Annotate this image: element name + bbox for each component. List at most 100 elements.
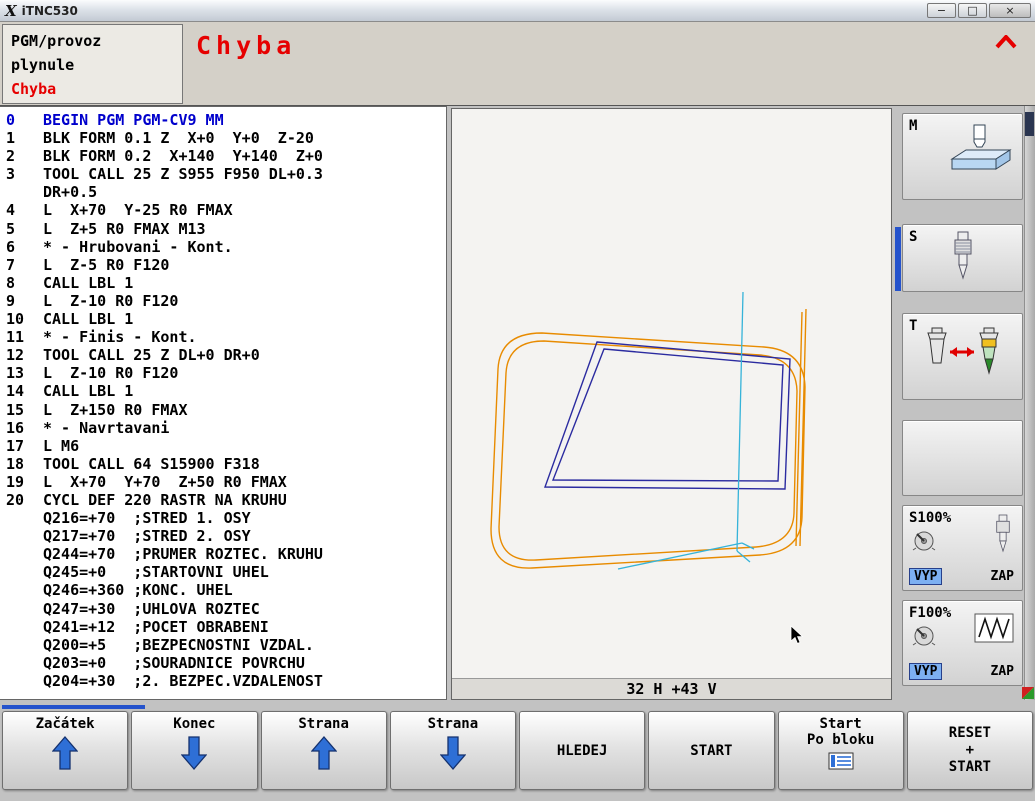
block-text: Q245=+0 ;STARTOVNI UHEL [43,563,269,581]
block-text: * - Finis - Kont. [43,328,197,346]
program-line[interactable]: 15L Z+150 R0 FMAX [6,401,446,419]
program-line[interactable]: 0BEGIN PGM PGM-CV9 MM [6,111,446,129]
mouse-cursor-icon [790,625,804,645]
graphics-pane: 32 H +43 V [451,108,892,700]
program-line[interactable]: DR+0.5 [6,183,446,201]
program-line[interactable]: Q203=+0 ;SOURADNICE POVRCHU [6,654,446,672]
arrow-up-icon [311,735,337,771]
status-panel-m: M [902,113,1023,200]
program-line[interactable]: 12TOOL CALL 25 Z DL+0 DR+0 [6,346,446,364]
block-text: L Z-10 R0 F120 [43,364,178,382]
mode-error-label: Chyba [11,77,174,101]
program-line[interactable]: 10CALL LBL 1 [6,310,446,328]
spindle-override-panel: S100% VYP ZAP [902,505,1023,591]
program-line[interactable]: 6* - Hrubovani - Kont. [6,238,446,256]
program-line[interactable]: Q244=+70 ;PRUMER ROZTEC. KRUHU [6,545,446,563]
block-number [6,183,43,201]
softkey-reset-start[interactable]: RESET + START [907,711,1033,790]
block-text: CALL LBL 1 [43,274,133,292]
block-number: 9 [6,292,43,310]
block-text: CALL LBL 1 [43,382,133,400]
program-line[interactable]: Q246=+360 ;KONC. UHEL [6,581,446,599]
program-line[interactable]: 11* - Finis - Kont. [6,328,446,346]
status-panel-t: T [902,313,1023,400]
maximize-button[interactable]: □ [958,3,987,18]
program-line[interactable]: 2BLK FORM 0.2 X+140 Y+140 Z+0 [6,147,446,165]
program-line[interactable]: 16* - Navrtavani [6,419,446,437]
program-line[interactable]: 18TOOL CALL 64 S15900 F318 [6,455,446,473]
error-chevron-up-icon[interactable] [995,35,1017,49]
softkey-label: START [949,759,991,776]
program-line[interactable]: Q217=+70 ;STRED 2. OSY [6,527,446,545]
block-number: 4 [6,201,43,219]
softkey-label: Po bloku [807,732,874,748]
program-line[interactable]: Q200=+5 ;BEZPECNOSTNI VZDAL. [6,636,446,654]
block-text: Q203=+0 ;SOURADNICE POVRCHU [43,654,305,672]
block-text: CYCL DEF 220 RASTR NA KRUHU [43,491,287,509]
mode-line-1: PGM/provoz [11,29,174,53]
status-panel-s: S [902,224,1023,292]
right-edge-scroll-thumb[interactable] [1025,112,1034,136]
minimize-button[interactable]: − [927,3,956,18]
sidebar-scroll-indicator[interactable] [895,227,901,291]
block-number: 13 [6,364,43,382]
program-line[interactable]: 14CALL LBL 1 [6,382,446,400]
program-line[interactable]: 19L X+70 Y+70 Z+50 R0 FMAX [6,473,446,491]
program-line[interactable]: 9L Z-10 R0 F120 [6,292,446,310]
softkey-label: Začátek [36,716,95,732]
right-edge-scrollbar[interactable] [1024,106,1035,700]
program-line[interactable]: 5L Z+5 R0 FMAX M13 [6,220,446,238]
title-bar[interactable]: X iTNC530 − □ × [0,0,1035,22]
block-text: BLK FORM 0.2 X+140 Y+140 Z+0 [43,147,323,165]
softkey-find[interactable]: HLEDEJ [519,711,645,790]
softkey-start[interactable]: START [648,711,774,790]
block-text: Q241=+12 ;POCET OBRABENI [43,618,269,636]
softkey-end[interactable]: Konec [131,711,257,790]
override-dial-icon [911,528,937,556]
softkey-label: Strana [298,716,349,732]
softkey-start-single-block[interactable]: Start Po bloku [778,711,904,790]
spindle-vyp-indicator: VYP [909,568,942,585]
program-line[interactable]: 7L Z-5 R0 F120 [6,256,446,274]
program-line[interactable]: Q216=+70 ;STRED 1. OSY [6,509,446,527]
feed-zap-indicator: ZAP [991,664,1016,679]
block-number: 14 [6,382,43,400]
program-pane[interactable]: 0BEGIN PGM PGM-CV9 MM1BLK FORM 0.1 Z X+0… [0,106,447,700]
softkey-page-up[interactable]: Strana [261,711,387,790]
program-line[interactable]: Q247=+30 ;UHLOVA ROZTEC [6,600,446,618]
block-text: Q246=+360 ;KONC. UHEL [43,581,233,599]
status-panel-empty [902,420,1023,496]
block-text: TOOL CALL 64 S15900 F318 [43,455,260,473]
program-line[interactable]: 17L M6 [6,437,446,455]
block-text: * - Navrtavani [43,419,169,437]
softkey-label: Konec [173,716,215,732]
program-line[interactable]: 8CALL LBL 1 [6,274,446,292]
block-number [6,581,43,599]
mode-box: PGM/provoz plynule Chyba [2,24,183,104]
spindle-override-label: S100% [909,510,951,526]
maximize-icon: □ [967,4,977,17]
block-text: BEGIN PGM PGM-CV9 MM [43,111,224,129]
feed-wave-icon [974,613,1014,643]
rapid-path-vertical [737,292,743,551]
program-line[interactable]: 4L X+70 Y-25 R0 FMAX [6,201,446,219]
program-line[interactable]: 1BLK FORM 0.1 Z X+0 Y+0 Z-20 [6,129,446,147]
program-line[interactable]: Q245=+0 ;STARTOVNI UHEL [6,563,446,581]
program-line[interactable]: Q204=+30 ;2. BEZPEC.VZDALENOST [6,672,446,690]
program-line[interactable]: 13L Z-10 R0 F120 [6,364,446,382]
feed-override-label: F100% [909,605,951,621]
block-text: L Z+5 R0 FMAX M13 [43,220,206,238]
softkey-page-down[interactable]: Strana [390,711,516,790]
program-line[interactable]: Q241=+12 ;POCET OBRABENI [6,618,446,636]
rapid-path-diagonal [618,543,742,569]
program-line[interactable]: 3TOOL CALL 25 Z S955 F950 DL+0.3 [6,165,446,183]
block-number [6,545,43,563]
close-icon: × [1005,4,1014,17]
program-line[interactable]: 20CYCL DEF 220 RASTR NA KRUHU [6,491,446,509]
spindle-zap-indicator: ZAP [991,569,1016,584]
block-text: CALL LBL 1 [43,310,133,328]
close-button[interactable]: × [989,3,1031,18]
arrow-up-icon [52,735,78,771]
softkey-begin[interactable]: Začátek [2,711,128,790]
contour-outer-path [491,333,805,568]
